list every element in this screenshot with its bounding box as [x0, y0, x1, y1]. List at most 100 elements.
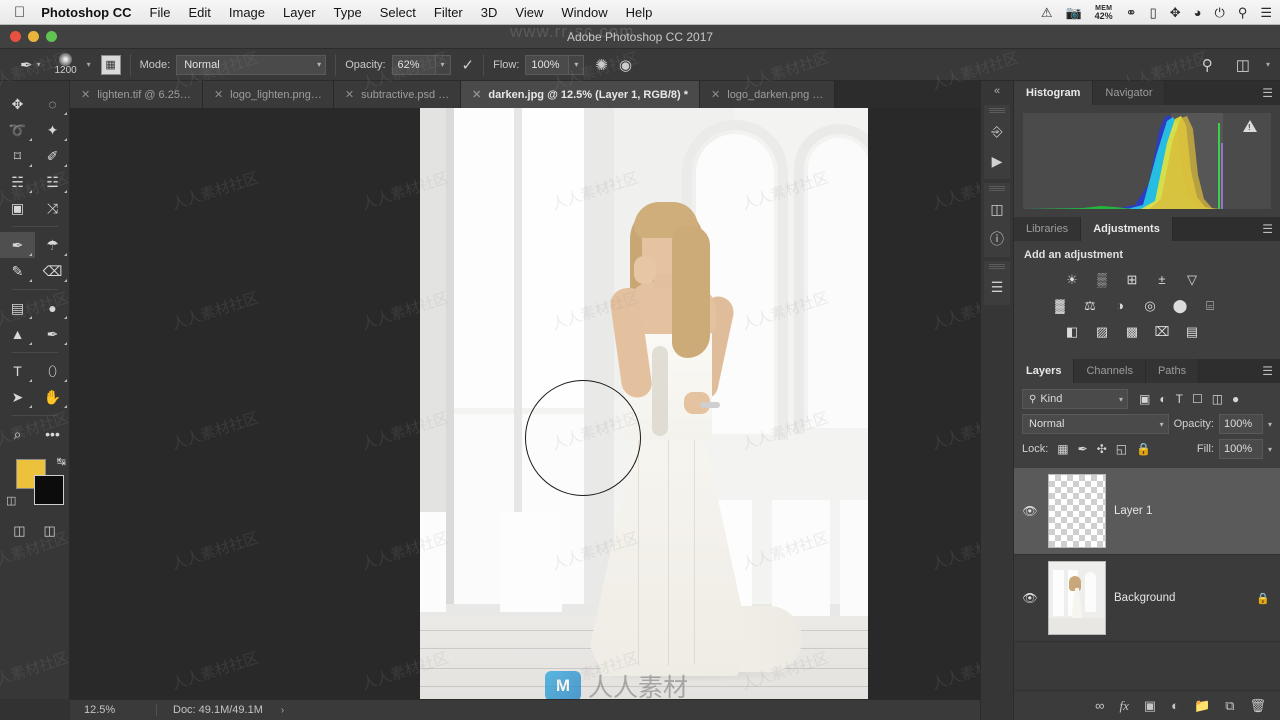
wifi-icon[interactable]: ◕ — [1194, 6, 1202, 19]
tab-navigator[interactable]: Navigator — [1093, 81, 1166, 105]
chevron-down-icon[interactable]: ▾ — [1268, 445, 1272, 454]
menu-edit[interactable]: Edit — [188, 5, 210, 20]
gradient-tool[interactable]: ▤ — [0, 295, 35, 321]
cached-data-warning-icon[interactable] — [1243, 120, 1257, 132]
camera-icon[interactable]: 📷 — [1065, 6, 1081, 19]
layer-name[interactable]: Layer 1 — [1114, 505, 1272, 517]
chevron-down-icon[interactable]: ▾ — [1268, 420, 1272, 429]
tab-histogram[interactable]: Histogram — [1014, 81, 1094, 105]
crop-tool[interactable]: ⌑ — [0, 143, 35, 169]
lock-transparent-pixels-icon[interactable]: ▦ — [1057, 442, 1068, 456]
info-icon[interactable]: ⓘ — [984, 224, 1010, 254]
creative-cloud-icon[interactable]: ⚭ — [1126, 6, 1137, 19]
tab-channels[interactable]: Channels — [1074, 359, 1146, 383]
color-lookup-icon[interactable]: ⌸ — [1200, 297, 1220, 314]
chevron-down-icon[interactable]: ▾ — [87, 60, 91, 69]
vibrance-icon[interactable]: ▽ — [1182, 271, 1202, 288]
new-group-icon[interactable]: 📁 — [1194, 698, 1210, 714]
patch-tool[interactable]: ☳ — [35, 169, 70, 195]
color-balance-icon[interactable]: ⚖ — [1080, 297, 1100, 314]
close-icon[interactable]: ✕ — [711, 88, 720, 101]
actions-icon[interactable]: ⎆ — [984, 116, 1010, 146]
layer-name[interactable]: Background — [1114, 592, 1248, 604]
frame-tool[interactable]: ▣ — [0, 195, 35, 221]
eyedropper-tool[interactable]: ✐ — [35, 143, 70, 169]
move-tool[interactable]: ✥ — [0, 91, 35, 117]
elliptical-marquee-tool[interactable]: ◌ — [35, 91, 70, 117]
curves-icon[interactable]: ⊞ — [1122, 271, 1142, 288]
eye-icon[interactable]: 👁 — [1020, 504, 1040, 518]
brightness-contrast-icon[interactable]: ☀ — [1062, 271, 1082, 288]
panel-grip[interactable] — [989, 186, 1005, 191]
type-tool[interactable]: T — [0, 358, 35, 384]
panel-menu-icon[interactable]: ☰ — [1262, 364, 1273, 378]
swap-colors-icon[interactable]: ↹ — [57, 455, 66, 468]
workspace-icon[interactable]: ◫ — [1236, 56, 1250, 74]
hue-saturation-icon[interactable]: ▓ — [1050, 297, 1070, 314]
menu-3d[interactable]: 3D — [481, 5, 498, 20]
exposure-icon[interactable]: ± — [1152, 271, 1172, 288]
pen-tool[interactable]: ✒ — [35, 321, 70, 347]
lasso-tool[interactable]: ➰ — [0, 117, 35, 143]
menu-type[interactable]: Type — [334, 5, 362, 20]
magic-wand-tool[interactable]: ✦ — [35, 117, 70, 143]
play-icon[interactable]: ▶ — [984, 146, 1010, 176]
dodge-tool[interactable]: ▲ — [0, 321, 35, 347]
direct-selection-tool[interactable]: ➤ — [0, 384, 35, 410]
tab-adjustments[interactable]: Adjustments — [1081, 217, 1173, 241]
new-layer-icon[interactable]: ⧉ — [1225, 698, 1234, 714]
3d-icon[interactable]: ◫ — [984, 194, 1010, 224]
background-color-swatch[interactable] — [34, 475, 64, 505]
layer-opacity-input[interactable]: 100% — [1218, 414, 1263, 434]
flow-stepper[interactable]: ▾ — [569, 54, 585, 75]
eraser-tool[interactable]: ⌫ — [35, 258, 70, 284]
flow-input[interactable]: 100% — [525, 54, 570, 75]
memory-indicator[interactable]: MEM 42% — [1095, 5, 1113, 21]
link-layers-icon[interactable]: ∞ — [1095, 698, 1104, 713]
close-icon[interactable]: ✕ — [214, 88, 223, 101]
filter-toggle-icon[interactable]: ● — [1232, 392, 1239, 406]
new-adjustment-layer-icon[interactable]: ◐ — [1171, 698, 1179, 713]
bluetooth-icon[interactable]: ✥ — [1170, 6, 1181, 19]
blend-mode-select[interactable]: Normal ▾ — [176, 54, 327, 75]
airbrush-icon[interactable]: ✺ — [595, 56, 608, 74]
battery-charging-icon[interactable]: ⏻ — [1215, 6, 1225, 19]
menu-view[interactable]: View — [515, 5, 543, 20]
chevron-down-icon[interactable]: ▾ — [1266, 60, 1270, 69]
add-layer-style-icon[interactable]: fx — [1119, 698, 1128, 714]
filter-smart-object-icon[interactable]: ◫ — [1212, 392, 1223, 406]
default-colors-icon[interactable]: ◫ — [6, 494, 16, 507]
chevron-down-icon[interactable]: ▾ — [37, 60, 41, 69]
zoom-level[interactable]: 12.5% — [70, 704, 156, 716]
canvas-area[interactable]: M 人人素材 — [70, 108, 980, 699]
edit-toolbar-icon[interactable]: ••• — [35, 421, 70, 447]
active-app-name[interactable]: Photoshop CC — [41, 5, 131, 20]
tab-libraries[interactable]: Libraries — [1014, 217, 1082, 241]
channel-mixer-icon[interactable]: ⬤ — [1170, 297, 1190, 314]
delete-layer-icon[interactable]: 🗑 — [1249, 698, 1266, 714]
photo-filter-icon[interactable]: ◎ — [1140, 297, 1160, 314]
invert-icon[interactable]: ◧ — [1062, 323, 1082, 340]
brush-panel-icon[interactable]: ▦ — [100, 54, 121, 75]
gradient-map-icon[interactable]: ⌧ — [1152, 323, 1172, 340]
panel-menu-icon[interactable]: ☰ — [1262, 222, 1273, 236]
chevron-right-icon[interactable]: › — [281, 705, 284, 716]
screen-mode-icon[interactable]: ◫ — [44, 523, 56, 539]
notification-center-icon[interactable]: ☰ — [1260, 6, 1272, 19]
brush-preset-picker[interactable]: 1200 — [49, 53, 83, 76]
layer-thumbnail[interactable] — [1048, 474, 1106, 548]
selective-color-icon[interactable]: ▤ — [1182, 323, 1202, 340]
eye-icon[interactable]: 👁 — [1020, 591, 1040, 605]
zoom-tool[interactable]: ⌕ — [0, 421, 35, 447]
panel-menu-icon[interactable]: ☰ — [1262, 86, 1273, 100]
spotlight-search-icon[interactable]: ⚲ — [1238, 6, 1248, 19]
collapse-panels-icon[interactable]: « — [981, 85, 1013, 101]
clone-stamp-tool[interactable]: ☂ — [35, 232, 70, 258]
histogram-graph[interactable] — [1023, 113, 1271, 209]
add-layer-mask-icon[interactable]: ▣ — [1144, 698, 1156, 714]
filter-adjustment-icon[interactable]: ◐ — [1159, 392, 1166, 406]
document-image[interactable]: M 人人素材 — [420, 108, 868, 699]
black-white-icon[interactable]: ◑ — [1110, 297, 1130, 314]
posterize-icon[interactable]: ▨ — [1092, 323, 1112, 340]
measurement-log-icon[interactable]: ☰ — [984, 272, 1010, 302]
